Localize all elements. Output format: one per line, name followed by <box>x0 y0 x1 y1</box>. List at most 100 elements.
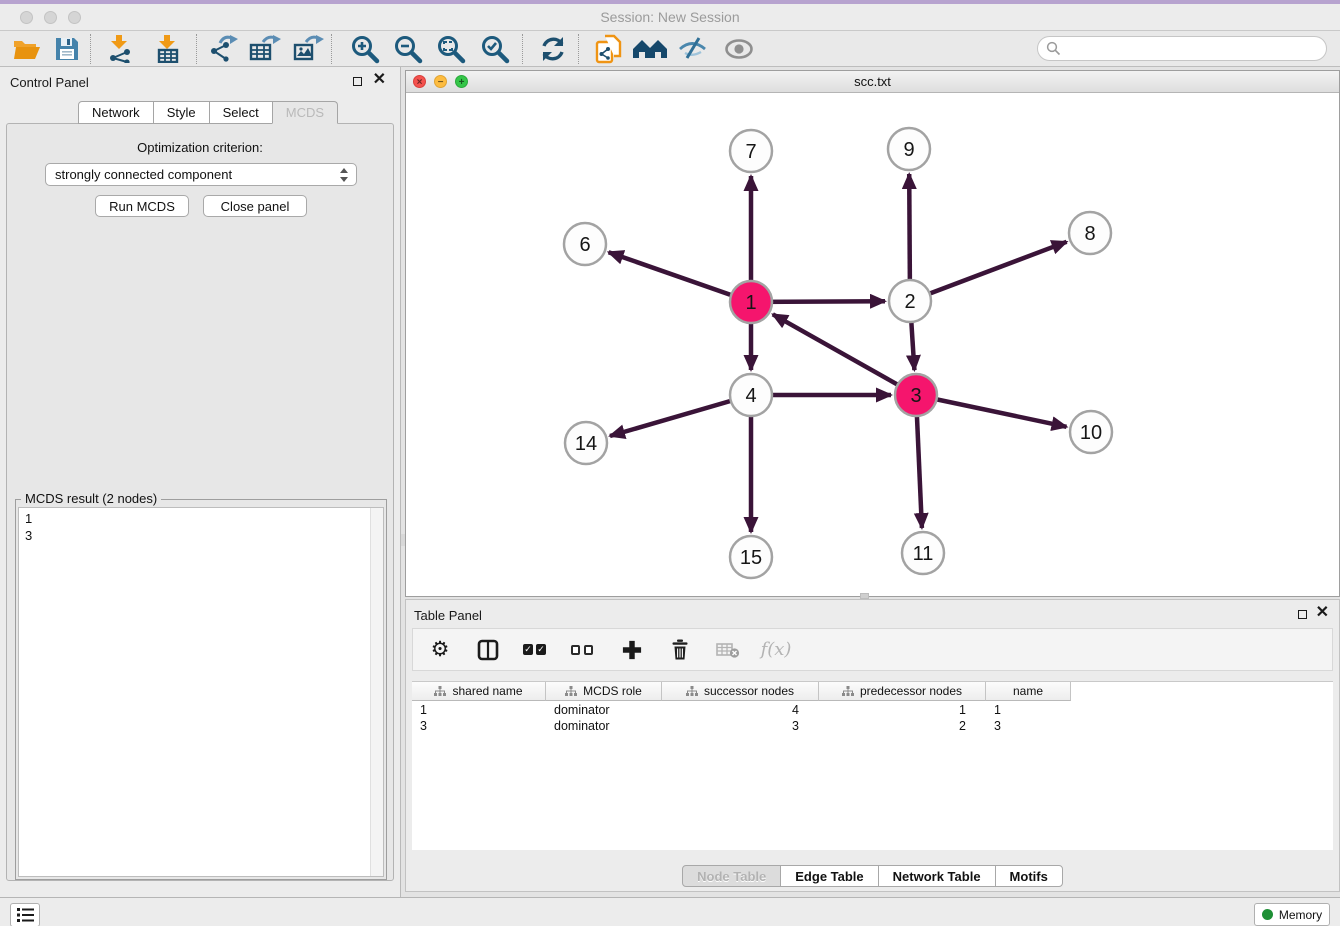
main-toolbar <box>0 31 1340 67</box>
float-panel-icon[interactable] <box>353 77 362 86</box>
vertical-splitter[interactable] <box>401 534 405 546</box>
table-cell[interactable]: dominator <box>546 703 662 717</box>
zoom-in-icon[interactable] <box>348 33 382 65</box>
tab-node-table[interactable]: Node Table <box>682 865 781 887</box>
node-table: shared name MCDS role successor nodes pr… <box>412 681 1333 850</box>
function-builder-icon: f(x) <box>763 637 789 663</box>
table-cell[interactable]: 3 <box>986 719 1071 733</box>
svg-text:10: 10 <box>1080 422 1102 444</box>
table-settings-icon[interactable]: ⚙ <box>427 637 453 663</box>
tab-style[interactable]: Style <box>153 101 210 124</box>
network-canvas[interactable]: 7968124314101511 <box>406 93 1339 596</box>
table-cell[interactable]: 3 <box>412 719 546 733</box>
tab-motifs[interactable]: Motifs <box>995 865 1063 887</box>
table-body[interactable]: 1dominator4113dominator323 <box>412 702 1333 850</box>
hierarchy-icon <box>686 686 698 697</box>
clone-network-icon[interactable] <box>592 33 626 65</box>
close-panel-button[interactable]: Close panel <box>203 195 307 217</box>
criterion-value: strongly connected component <box>55 167 232 182</box>
hierarchy-icon <box>434 686 446 697</box>
import-network-icon[interactable] <box>103 33 137 65</box>
svg-text:7: 7 <box>745 141 756 163</box>
apply-layout-icon[interactable] <box>536 33 570 65</box>
zoom-fit-icon[interactable] <box>434 33 468 65</box>
column-label: successor nodes <box>704 684 794 698</box>
close-table-panel-icon[interactable]: ✕ <box>1316 604 1329 622</box>
tab-network-table[interactable]: Network Table <box>878 865 996 887</box>
export-network-icon[interactable] <box>206 33 240 65</box>
column-chooser-icon[interactable] <box>475 637 501 663</box>
delete-table-icon <box>715 637 741 663</box>
svg-text:3: 3 <box>910 385 921 407</box>
export-table-icon[interactable] <box>248 33 282 65</box>
import-table-icon[interactable] <box>151 33 185 65</box>
zoom-out-icon[interactable] <box>391 33 425 65</box>
memory-button[interactable]: Memory <box>1254 903 1330 926</box>
tab-select[interactable]: Select <box>209 101 273 124</box>
deselect-all-icon[interactable] <box>571 637 597 663</box>
network-window-titlebar[interactable]: × − + scc.txt <box>406 71 1339 93</box>
network-window-title: scc.txt <box>406 74 1339 89</box>
control-panel: Control Panel ✕ Network Style Select MCD… <box>0 67 401 897</box>
svg-text:2: 2 <box>904 291 915 313</box>
show-all-icon[interactable] <box>722 33 756 65</box>
network-graph[interactable]: 7968124314101511 <box>406 93 1339 596</box>
column-label: name <box>1013 684 1043 698</box>
delete-column-icon[interactable] <box>667 637 693 663</box>
memory-label: Memory <box>1279 908 1322 922</box>
export-image-icon[interactable] <box>291 33 325 65</box>
window-title: Session: New Session <box>0 9 1340 25</box>
column-label: shared name <box>452 684 522 698</box>
criterion-dropdown[interactable]: strongly connected component <box>45 163 357 186</box>
search-field[interactable] <box>1037 36 1327 61</box>
search-icon <box>1046 41 1061 56</box>
column-header-mcds-role[interactable]: MCDS role <box>546 682 662 701</box>
home-icon[interactable] <box>630 33 670 65</box>
svg-text:11: 11 <box>913 543 934 565</box>
status-bar: Memory <box>0 897 1340 926</box>
control-panel-tabs: Network Style Select MCDS <box>78 101 338 124</box>
table-cell[interactable]: 3 <box>662 719 819 733</box>
zoom-selected-icon[interactable] <box>478 33 512 65</box>
column-header-shared-name[interactable]: shared name <box>412 682 546 701</box>
control-panel-title: Control Panel <box>10 75 89 90</box>
memory-status-icon <box>1262 909 1273 920</box>
svg-text:1: 1 <box>745 292 756 314</box>
hierarchy-icon <box>842 686 854 697</box>
tab-edge-table[interactable]: Edge Table <box>780 865 878 887</box>
table-panel: Table Panel ✕ ⚙ ✓✓ f(x) <box>405 599 1340 892</box>
search-input[interactable] <box>1061 39 1326 59</box>
table-cell[interactable]: 1 <box>986 703 1071 717</box>
result-scrollbar[interactable] <box>370 508 383 876</box>
save-session-icon[interactable] <box>50 33 84 65</box>
window-titlebar: Session: New Session <box>0 4 1340 31</box>
list-icon <box>17 908 34 922</box>
svg-text:14: 14 <box>575 433 597 455</box>
table-cell[interactable]: dominator <box>546 719 662 733</box>
table-cell[interactable]: 1 <box>412 703 546 717</box>
tab-mcds[interactable]: MCDS <box>272 101 338 124</box>
column-header-name[interactable]: name <box>986 682 1071 701</box>
open-session-icon[interactable] <box>9 33 43 65</box>
column-header-predecessor-nodes[interactable]: predecessor nodes <box>819 682 986 701</box>
hide-selected-icon[interactable] <box>676 33 710 65</box>
close-panel-icon[interactable]: ✕ <box>373 71 386 89</box>
new-column-icon[interactable] <box>619 637 645 663</box>
svg-text:6: 6 <box>579 234 590 256</box>
table-cell[interactable]: 1 <box>819 703 986 717</box>
table-row[interactable]: 1dominator411 <box>412 702 1333 718</box>
mcds-result-text[interactable]: 1 3 <box>18 507 384 877</box>
task-history-button[interactable] <box>10 903 40 926</box>
column-header-successor-nodes[interactable]: successor nodes <box>662 682 819 701</box>
table-row[interactable]: 3dominator323 <box>412 718 1333 734</box>
table-cell[interactable]: 2 <box>819 719 986 733</box>
select-all-icon[interactable]: ✓✓ <box>523 637 549 663</box>
application-window: Session: New Session <box>0 0 1340 926</box>
table-cell[interactable]: 4 <box>662 703 819 717</box>
table-header-row: shared name MCDS role successor nodes pr… <box>412 682 1071 701</box>
run-mcds-button[interactable]: Run MCDS <box>95 195 189 217</box>
float-table-panel-icon[interactable] <box>1298 610 1307 619</box>
tab-network[interactable]: Network <box>78 101 154 124</box>
table-panel-title: Table Panel <box>414 608 482 623</box>
network-view-window: × − + scc.txt 7968124314101511 <box>405 70 1340 597</box>
